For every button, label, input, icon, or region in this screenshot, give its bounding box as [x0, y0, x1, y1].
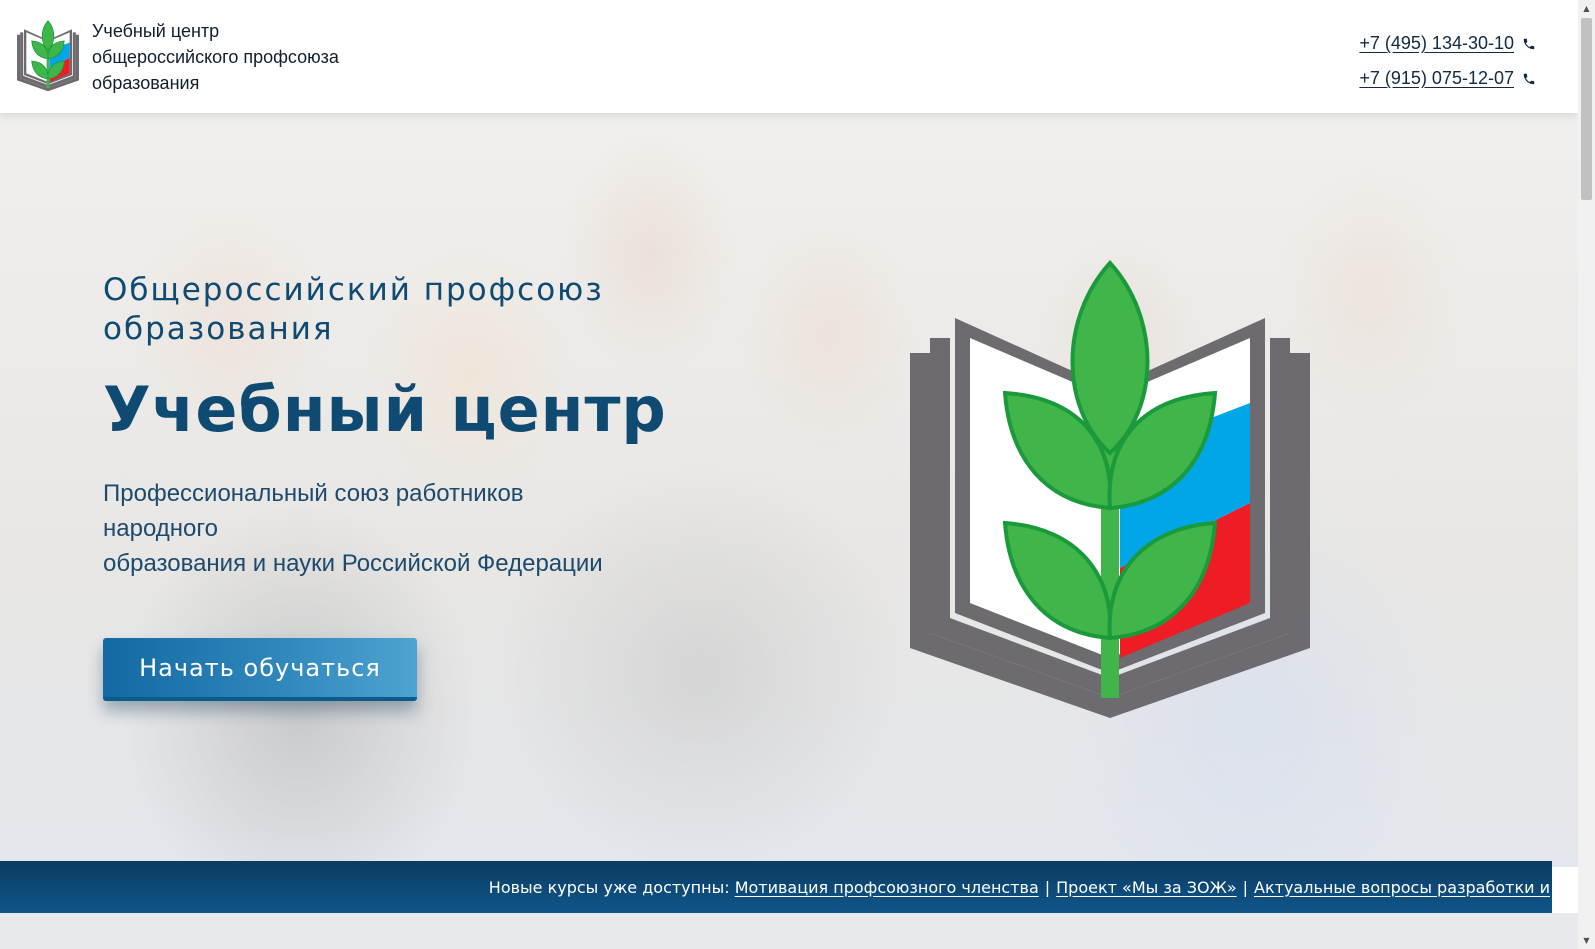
- course-link-motivation[interactable]: Мотивация профсоюзного членства: [735, 878, 1039, 897]
- hero-description: Профессиональный союз работников народно…: [103, 476, 643, 581]
- phone-icon: [1523, 73, 1535, 84]
- hero-subtitle: Общероссийский профсоюз образования: [103, 271, 743, 349]
- ticker-separator: |: [1242, 877, 1249, 897]
- contact-phones: +7 (495) 134-30-10 +7 (915) 075-12-07: [1359, 26, 1536, 96]
- ticker-prefix: Новые курсы уже доступны:: [488, 877, 730, 897]
- site-header: Учебный центр общероссийского профсоюза …: [0, 0, 1578, 113]
- phone-row: +7 (915) 075-12-07: [1359, 61, 1536, 96]
- start-learning-button[interactable]: Начать обучаться: [103, 638, 417, 701]
- brand-line: образования: [92, 73, 200, 93]
- brand-line: общероссийского профсоюза: [92, 47, 339, 67]
- ticker-separator: |: [1044, 877, 1051, 897]
- scroll-up-arrow-icon[interactable]: ▲: [1578, 0, 1595, 17]
- course-link-zozh[interactable]: Проект «Мы за ЗОЖ»: [1056, 878, 1236, 897]
- union-emblem-icon: [910, 260, 1310, 718]
- hero-subtitle-line: образования: [103, 311, 334, 347]
- phone-link-1[interactable]: +7 (495) 134-30-10: [1359, 33, 1514, 54]
- course-link-development[interactable]: Актуальные вопросы разработки и: [1254, 878, 1550, 897]
- scroll-down-arrow-icon[interactable]: ▼: [1578, 932, 1595, 949]
- phone-icon: [1523, 38, 1535, 49]
- ticker-content: Новые курсы уже доступны: Мотивация проф…: [489, 878, 1552, 897]
- scrollbar-thumb[interactable]: [1581, 18, 1592, 200]
- phone-row: +7 (495) 134-30-10: [1359, 26, 1536, 61]
- brand-name[interactable]: Учебный центр общероссийского профсоюза …: [92, 18, 412, 96]
- news-ticker: Новые курсы уже доступны: Мотивация проф…: [0, 861, 1552, 913]
- hero-description-line: Профессиональный союз работников народно…: [103, 480, 524, 542]
- hero-content: Общероссийский профсоюз образования Учеб…: [103, 271, 743, 701]
- hero-description-line: образования и науки Российской Федерации: [103, 550, 603, 577]
- union-logo-icon[interactable]: [16, 20, 80, 92]
- hero-section: Общероссийский профсоюз образования Учеб…: [0, 113, 1578, 867]
- hero-title: Учебный центр: [103, 373, 667, 446]
- page-continuation: [0, 913, 1578, 949]
- phone-link-2[interactable]: +7 (915) 075-12-07: [1359, 68, 1514, 89]
- hero-subtitle-line: Общероссийский профсоюз: [103, 272, 604, 308]
- brand-line: Учебный центр: [92, 21, 220, 41]
- vertical-scrollbar[interactable]: ▲ ▼: [1578, 0, 1595, 949]
